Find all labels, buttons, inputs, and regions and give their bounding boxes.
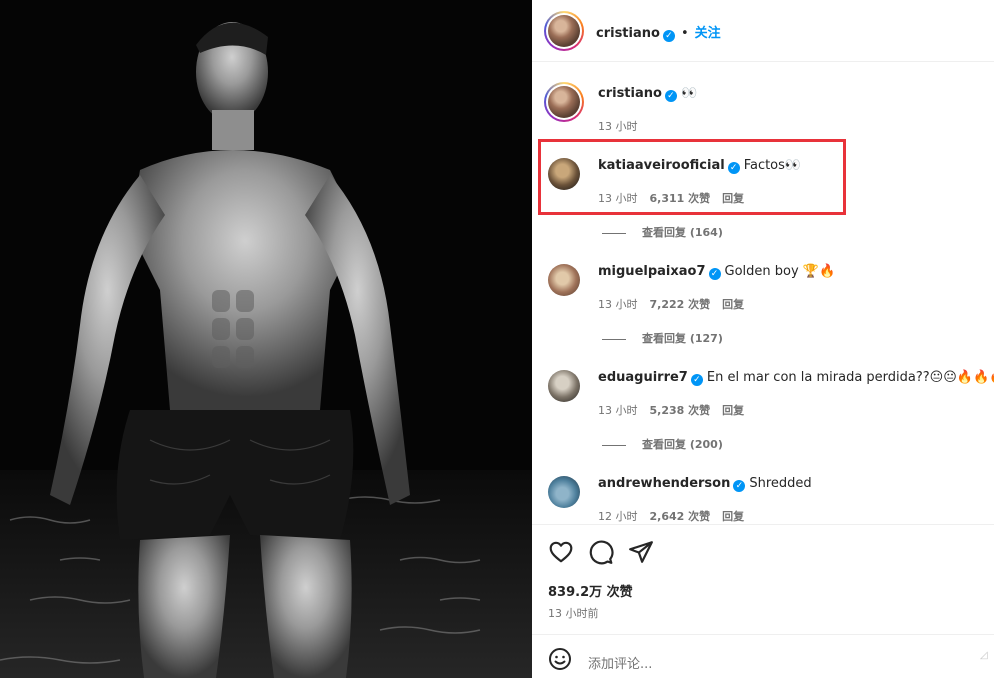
post-side-panel: cristiano ✓ • 关注 cristiano ✓ 👀 13 小时 katiaave…: [532, 0, 994, 678]
post-actions: 839.2万 次赞 13 小时前: [532, 524, 994, 634]
comment-time[interactable]: 13 小时: [598, 298, 638, 311]
comment-username[interactable]: miguelpaixao7: [598, 264, 706, 279]
replies-dash: [602, 338, 626, 340]
author-avatar[interactable]: [544, 11, 584, 51]
verified-badge-icon: ✓: [690, 374, 703, 386]
view-replies-button[interactable]: 查看回复 (200): [602, 436, 723, 452]
follow-button[interactable]: 关注: [695, 26, 721, 41]
comment-text: En el mar con la mirada perdida??😐😐🔥🔥🔥: [706, 370, 994, 385]
caption-time[interactable]: 13 小时: [598, 120, 638, 133]
reply-button[interactable]: 回复: [722, 192, 744, 205]
author-info: cristiano ✓ • 关注: [596, 22, 721, 42]
view-replies-button[interactable]: 查看回复 (127): [602, 330, 723, 346]
post-image-illustration: [0, 0, 532, 678]
comment-meta: 13 小时 5,238 次赞 回复: [598, 402, 756, 418]
comment-item: katiaaveirooficial ✓ Factos👀 13 小时 6,311 次赞…: [532, 158, 994, 208]
post-header: cristiano ✓ • 关注: [532, 0, 994, 62]
comment-meta: 12 小时 2,642 次赞 回复: [598, 508, 756, 524]
caption-username[interactable]: cristiano: [598, 86, 662, 101]
reply-button[interactable]: 回复: [722, 404, 744, 417]
comment-text: Shredded: [749, 476, 812, 491]
comment-text: Factos👀: [743, 158, 802, 173]
post-caption: cristiano ✓ 👀 13 小时: [532, 82, 994, 138]
caption-meta: 13 小时: [598, 118, 650, 134]
verified-badge-icon: ✓: [727, 162, 740, 174]
separator-dot: •: [680, 26, 689, 41]
resize-handle-icon: ◿: [980, 650, 988, 661]
view-replies-label: 查看回复 (127): [642, 332, 723, 345]
comment-clip: andrewhenderson ✓ Shredded 12 小时 2,642 次赞 回复: [532, 470, 994, 524]
comment-line: katiaaveirooficial ✓ Factos👀: [598, 158, 801, 174]
comment-likes[interactable]: 2,642 次赞: [650, 510, 711, 523]
comment-item: andrewhenderson ✓ Shredded 12 小时 2,642 次赞 回复: [532, 476, 994, 524]
post-photo[interactable]: [0, 0, 532, 678]
verified-badge-icon: ✓: [662, 30, 675, 42]
comment-line: andrewhenderson ✓ Shredded: [598, 476, 812, 492]
comment-item: eduaguirre7 ✓ En el mar con la mirada perd…: [532, 370, 994, 420]
comment-line: eduaguirre7 ✓ En el mar con la mirada perd…: [598, 370, 994, 386]
likes-count[interactable]: 839.2万 次赞: [548, 581, 633, 600]
comment-line: miguelpaixao7 ✓ Golden boy 🏆🔥: [598, 264, 835, 280]
view-replies-button[interactable]: 查看回复 (164): [602, 224, 723, 240]
caption-text: 👀: [680, 86, 698, 101]
comment-username[interactable]: eduaguirre7: [598, 370, 688, 385]
comment-likes[interactable]: 7,222 次赞: [650, 298, 711, 311]
comment-icon[interactable]: [588, 539, 614, 565]
replies-dash: [602, 444, 626, 446]
verified-badge-icon: ✓: [708, 268, 721, 280]
share-icon[interactable]: [628, 539, 654, 565]
commenter-avatar[interactable]: [548, 476, 580, 508]
comment-likes[interactable]: 6,311 次赞: [650, 192, 711, 205]
comment-input[interactable]: 添加评论...: [588, 653, 652, 672]
caption-line: cristiano ✓ 👀: [598, 86, 697, 102]
post-time[interactable]: 13 小时前: [548, 605, 599, 621]
comment-text: Golden boy 🏆🔥: [724, 264, 836, 279]
verified-badge-icon: ✓: [733, 480, 746, 492]
commenter-avatar[interactable]: [548, 264, 580, 296]
verified-badge-icon: ✓: [664, 90, 677, 102]
comment-username[interactable]: andrewhenderson: [598, 476, 730, 491]
comment-time[interactable]: 13 小时: [598, 192, 638, 205]
replies-dash: [602, 232, 626, 234]
commenter-avatar[interactable]: [548, 370, 580, 402]
view-replies-label: 查看回复 (164): [642, 226, 723, 239]
reply-button[interactable]: 回复: [722, 510, 744, 523]
heart-icon[interactable]: [548, 539, 574, 565]
comment-username[interactable]: katiaaveirooficial: [598, 158, 725, 173]
author-username[interactable]: cristiano: [596, 26, 660, 41]
comment-time[interactable]: 13 小时: [598, 404, 638, 417]
comment-likes[interactable]: 5,238 次赞: [650, 404, 711, 417]
add-comment-bar: 添加评论... ◿: [532, 634, 994, 678]
comment-meta: 13 小时 6,311 次赞 回复: [598, 190, 756, 206]
comment-meta: 13 小时 7,222 次赞 回复: [598, 296, 756, 312]
emoji-icon[interactable]: [548, 647, 572, 671]
commenter-avatar[interactable]: [548, 158, 580, 190]
comment-time[interactable]: 12 小时: [598, 510, 638, 523]
comment-item: miguelpaixao7 ✓ Golden boy 🏆🔥 13 小时 7,222 次…: [532, 264, 994, 314]
caption-author-avatar[interactable]: [544, 82, 584, 122]
view-replies-label: 查看回复 (200): [642, 438, 723, 451]
reply-button[interactable]: 回复: [722, 298, 744, 311]
